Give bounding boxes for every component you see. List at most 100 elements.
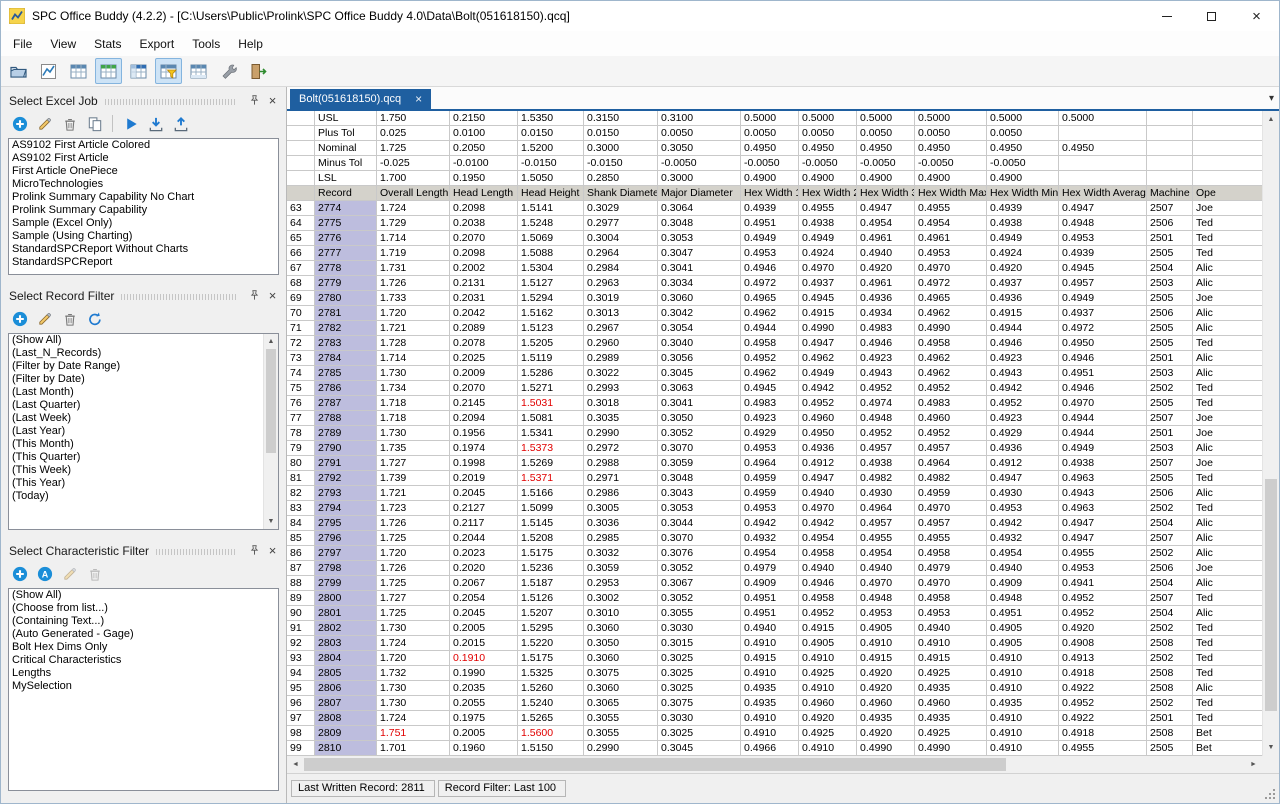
grid-cell[interactable]: 0.4952 xyxy=(799,606,857,621)
grid-cell[interactable]: 0.2098 xyxy=(450,246,518,261)
grid-cell[interactable]: 0.4940 xyxy=(857,246,915,261)
grid-cell[interactable]: 0.4952 xyxy=(915,381,987,396)
grid-cell[interactable]: 0.2005 xyxy=(450,726,518,741)
list-item[interactable]: (Last_N_Records) xyxy=(9,347,278,360)
grid-cell[interactable]: 1.5295 xyxy=(518,621,584,636)
grid-cell[interactable]: 0.2967 xyxy=(584,321,658,336)
grid-cell[interactable]: 0.4952 xyxy=(799,396,857,411)
scroll-up-arrow[interactable]: ▲ xyxy=(1263,111,1279,128)
grid-cell[interactable]: Alic xyxy=(1193,306,1262,321)
grid-cell[interactable]: 0.4925 xyxy=(915,666,987,681)
grid-cell[interactable]: Ted xyxy=(1193,396,1262,411)
grid-cell[interactable]: 0.4952 xyxy=(857,381,915,396)
grid-cell[interactable]: 0.4959 xyxy=(741,486,799,501)
grid-cell[interactable]: 0.2089 xyxy=(450,321,518,336)
grid-cell[interactable]: 0.4930 xyxy=(857,486,915,501)
grid-cell[interactable]: 0.3056 xyxy=(658,351,741,366)
grid-cell[interactable]: 0.4946 xyxy=(799,576,857,591)
grid-cell[interactable]: 0.3013 xyxy=(584,306,658,321)
grid-cell[interactable]: 0.4945 xyxy=(741,381,799,396)
grid-cell[interactable]: 0.4945 xyxy=(1059,261,1147,276)
grid-cell[interactable]: 0.3052 xyxy=(658,591,741,606)
grid-cell[interactable]: 0.4930 xyxy=(987,486,1059,501)
grid-cell[interactable]: 0.4960 xyxy=(857,696,915,711)
grid-cell[interactable]: 0.4982 xyxy=(915,471,987,486)
grid-cell[interactable]: Ted xyxy=(1193,651,1262,666)
grid-cell[interactable]: 1.734 xyxy=(377,381,450,396)
grid-cell[interactable]: 0.2131 xyxy=(450,276,518,291)
grid-cell[interactable]: 0.3030 xyxy=(658,711,741,726)
grid-cell[interactable]: 0.4909 xyxy=(741,576,799,591)
grid-cell[interactable]: 0.4944 xyxy=(987,321,1059,336)
grid-cell[interactable]: 0.4953 xyxy=(987,501,1059,516)
copy-job-button[interactable] xyxy=(85,114,104,133)
grid-cell[interactable]: 0.4953 xyxy=(1059,561,1147,576)
add-record-filter-button[interactable] xyxy=(10,309,29,328)
grid-cell[interactable]: Joe xyxy=(1193,291,1262,306)
close-panel-icon[interactable]: × xyxy=(265,288,280,303)
grid-cell[interactable]: 2805 xyxy=(315,666,377,681)
grid-cell[interactable]: 0.1998 xyxy=(450,456,518,471)
grid-cell[interactable]: 2505 xyxy=(1147,336,1193,351)
grid-cell[interactable]: 1.5200 xyxy=(518,141,584,156)
grid-cell[interactable]: 1.750 xyxy=(377,111,450,126)
grid-cell[interactable]: 2798 xyxy=(315,561,377,576)
grid-cell[interactable]: 0.2990 xyxy=(584,741,658,756)
grid-cell[interactable]: 0.2035 xyxy=(450,681,518,696)
add-characteristic-filter-button[interactable] xyxy=(10,564,29,583)
grid-cell[interactable]: -0.0050 xyxy=(799,156,857,171)
grid-cell[interactable]: 0.2988 xyxy=(584,456,658,471)
grid-cell[interactable]: 0.4983 xyxy=(915,396,987,411)
grid-cell[interactable]: 0.2005 xyxy=(450,621,518,636)
list-item[interactable]: Prolink Summary Capability No Chart xyxy=(9,191,278,204)
grid-cell[interactable]: 2505 xyxy=(1147,321,1193,336)
grid-cell[interactable]: 0.3040 xyxy=(658,336,741,351)
grid-cell[interactable]: 2776 xyxy=(315,231,377,246)
grid-cell[interactable]: 0.3050 xyxy=(584,636,658,651)
grid-cell[interactable]: 0.4932 xyxy=(987,531,1059,546)
minimize-button[interactable] xyxy=(1144,1,1189,31)
grid-cell[interactable]: 2774 xyxy=(315,201,377,216)
grid-cell[interactable]: 0.2098 xyxy=(450,201,518,216)
grid-cell[interactable]: 0.4952 xyxy=(987,396,1059,411)
grid-cell[interactable]: 1.714 xyxy=(377,351,450,366)
grid-cell[interactable]: 0.4957 xyxy=(915,516,987,531)
grid-cell[interactable]: 0.1950 xyxy=(450,171,518,186)
grid-cell[interactable]: 0.4920 xyxy=(1059,621,1147,636)
grid-cell[interactable]: 0.3030 xyxy=(658,621,741,636)
grid-cell[interactable]: 0.1956 xyxy=(450,426,518,441)
list-item[interactable]: Prolink Summary Capability xyxy=(9,204,278,217)
grid-cell[interactable]: -0.0100 xyxy=(450,156,518,171)
grid-cell[interactable]: 0.4920 xyxy=(857,681,915,696)
grid-cell[interactable]: 0.4918 xyxy=(1059,726,1147,741)
list-item[interactable]: StandardSPCReport xyxy=(9,256,278,269)
grid-cell[interactable]: 0.2050 xyxy=(450,141,518,156)
grid-cell[interactable]: 0.3075 xyxy=(584,666,658,681)
grid-cell[interactable]: 0.4940 xyxy=(915,621,987,636)
grid-cell[interactable]: Ted xyxy=(1193,336,1262,351)
grid-cell[interactable]: 2797 xyxy=(315,546,377,561)
grid-cell[interactable]: 1.726 xyxy=(377,276,450,291)
grid-cell[interactable]: 0.4954 xyxy=(741,546,799,561)
grid-cell[interactable]: 0.4957 xyxy=(857,516,915,531)
grid-cell[interactable]: 0.4910 xyxy=(987,651,1059,666)
grid-cell[interactable]: 85 xyxy=(287,531,315,546)
grid-cell[interactable]: 0.4939 xyxy=(741,201,799,216)
grid-cell[interactable]: 91 xyxy=(287,621,315,636)
grid-cell[interactable]: 0.4949 xyxy=(741,231,799,246)
grid-cell[interactable]: 0.4963 xyxy=(1059,471,1147,486)
grid-cell[interactable]: 0.4942 xyxy=(799,516,857,531)
grid-cell[interactable]: 1.5123 xyxy=(518,321,584,336)
grid-cell[interactable]: 1.700 xyxy=(377,171,450,186)
grid-cell[interactable]: Ted xyxy=(1193,711,1262,726)
grid-cell[interactable]: 1.5175 xyxy=(518,546,584,561)
grid-cell[interactable]: Alic xyxy=(1193,261,1262,276)
grid-cell[interactable]: 0.1974 xyxy=(450,441,518,456)
grid-cell[interactable]: 0.4936 xyxy=(987,291,1059,306)
grid-cell[interactable]: 0.3025 xyxy=(658,651,741,666)
grid-cell[interactable]: 0.0050 xyxy=(857,126,915,141)
grid-cell[interactable]: 74 xyxy=(287,366,315,381)
grid-cell[interactable]: 0.2986 xyxy=(584,486,658,501)
grid-cell[interactable]: 1.5175 xyxy=(518,651,584,666)
grid-cell[interactable]: 0.3045 xyxy=(658,366,741,381)
